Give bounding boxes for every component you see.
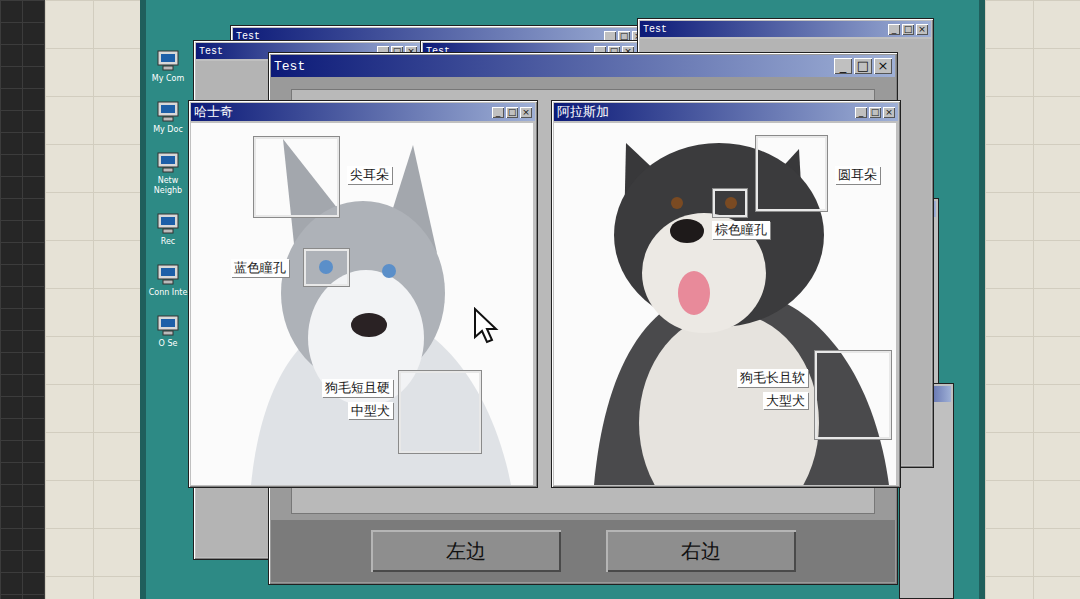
choice-button[interactable]: 右边 xyxy=(606,530,796,572)
desktop-icon[interactable]: O Se xyxy=(148,315,188,348)
window-controls: _□× xyxy=(888,24,928,35)
window-control[interactable]: □ xyxy=(902,24,914,35)
annotation-label: 狗毛短且硬 xyxy=(322,379,393,397)
computer-icon xyxy=(155,315,181,337)
desktop-icon[interactable]: My Doc xyxy=(148,101,188,134)
window-title: Test xyxy=(643,24,667,35)
annotation-label: 尖耳朵 xyxy=(347,166,392,184)
icon-label: O Se xyxy=(159,339,178,348)
tiled-wall xyxy=(985,0,1080,599)
icon-label: Conn Inte xyxy=(149,288,188,297)
icon-label: Netw Neighb xyxy=(148,176,188,194)
window-control[interactable]: × xyxy=(520,107,532,118)
icon-label: Rec xyxy=(161,237,176,246)
dog-window[interactable]: 阿拉斯加 _□× 圆耳朵棕色瞳孔狗毛长且软大型犬 xyxy=(551,100,901,488)
window-title: 哈士奇 xyxy=(194,103,233,121)
title-bar: 哈士奇 _□× xyxy=(191,103,535,121)
title-bar: 阿拉斯加 _□× xyxy=(554,103,898,121)
desktop-icon[interactable]: Rec xyxy=(148,213,188,246)
window-control[interactable]: × xyxy=(883,107,895,118)
computer-icon xyxy=(155,101,181,123)
desktop-icon[interactable]: My Com xyxy=(148,50,188,83)
highlight-box xyxy=(815,351,891,439)
tiled-wall xyxy=(45,0,140,599)
computer-icon xyxy=(155,264,181,286)
window-controls: _□× xyxy=(492,107,532,118)
window-title: Test xyxy=(274,59,305,74)
icon-label: My Com xyxy=(152,74,184,83)
cursor-icon xyxy=(473,307,499,345)
annotation-label: 棕色瞳孔 xyxy=(712,221,770,239)
game-screen: My Com My Doc Netw Neighb Rec Conn Inte O Se T… xyxy=(0,0,1080,599)
window-control[interactable]: _ xyxy=(855,107,867,118)
dog-photo: 尖耳朵蓝色瞳孔狗毛短且硬中型犬 xyxy=(191,123,533,485)
window-title: 阿拉斯加 xyxy=(557,103,609,121)
annotation: 棕色瞳孔 xyxy=(712,221,770,239)
annotation: 狗毛短且硬中型犬 xyxy=(322,379,393,419)
annotation-label: 狗毛长且软 xyxy=(737,369,808,387)
choice-button[interactable]: 左边 xyxy=(371,530,561,572)
window-control[interactable]: □ xyxy=(869,107,881,118)
annotation-label: 中型犬 xyxy=(348,402,393,420)
computer-icon xyxy=(155,152,181,174)
dog-photo: 圆耳朵棕色瞳孔狗毛长且软大型犬 xyxy=(554,123,896,485)
annotation-label: 大型犬 xyxy=(763,392,808,410)
button-bar: 左边 右边 xyxy=(271,520,895,582)
computer-icon xyxy=(155,213,181,235)
annotation-label: 蓝色瞳孔 xyxy=(231,259,289,277)
icon-label: My Doc xyxy=(153,125,183,134)
annotation: 尖耳朵 xyxy=(347,166,392,184)
dark-wall xyxy=(0,0,45,599)
window-controls: _□× xyxy=(834,58,892,74)
window-control[interactable]: × xyxy=(874,58,892,74)
window-control[interactable]: _ xyxy=(888,24,900,35)
annotation: 圆耳朵 xyxy=(835,166,880,184)
highlight-box xyxy=(713,189,747,217)
highlight-box xyxy=(304,249,349,286)
highlight-box xyxy=(254,137,339,217)
annotation-label: 圆耳朵 xyxy=(835,166,880,184)
window-control[interactable]: × xyxy=(916,24,928,35)
window-control[interactable]: _ xyxy=(834,58,852,74)
wall xyxy=(0,0,140,599)
desktop-icons: My Com My Doc Netw Neighb Rec Conn Inte O Se xyxy=(148,50,188,348)
computer-icon xyxy=(155,50,181,72)
window-control[interactable]: _ xyxy=(492,107,504,118)
window-control[interactable]: □ xyxy=(506,107,518,118)
title-bar: Test _□× xyxy=(640,21,931,37)
highlight-box xyxy=(399,371,481,453)
window-control[interactable]: □ xyxy=(854,58,872,74)
desktop-icon[interactable]: Conn Inte xyxy=(148,264,188,297)
annotation: 蓝色瞳孔 xyxy=(231,259,289,277)
highlight-box xyxy=(756,136,827,211)
window-title: Test xyxy=(199,46,223,57)
dog-window[interactable]: 哈士奇 _□× 尖耳朵蓝色瞳孔狗毛短且硬中型犬 xyxy=(188,100,538,488)
window-controls: _□× xyxy=(855,107,895,118)
annotation: 狗毛长且软大型犬 xyxy=(737,369,808,409)
desktop-icon[interactable]: Netw Neighb xyxy=(148,152,188,194)
title-bar: Test _□× xyxy=(271,55,895,77)
